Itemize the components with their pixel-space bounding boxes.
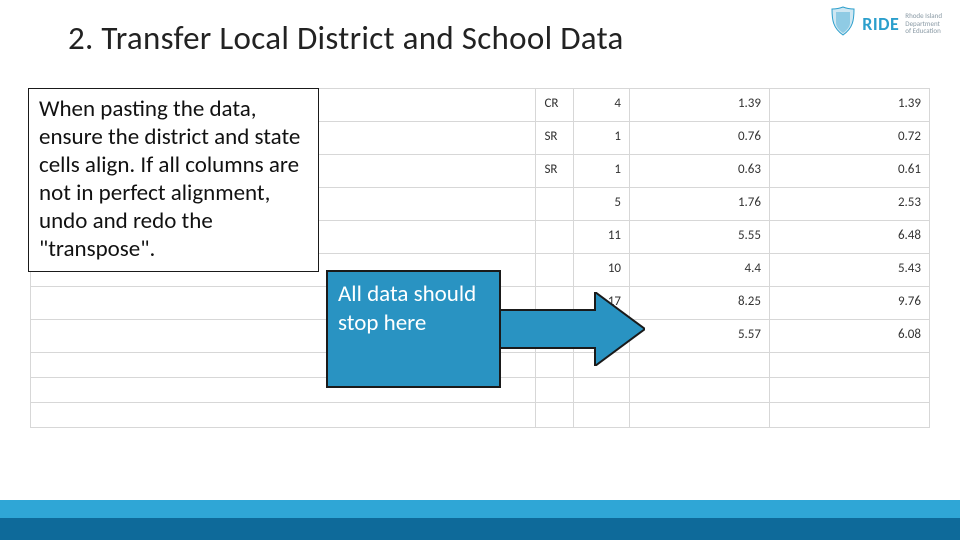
table-cell: 5.57 [630, 320, 770, 353]
table-cell: CR [536, 89, 574, 122]
table-cell [536, 403, 574, 428]
table-cell: 0.63 [630, 155, 770, 188]
table-cell [574, 403, 630, 428]
table-cell: 1.39 [770, 89, 930, 122]
table-cell: 5.55 [630, 221, 770, 254]
table-cell [770, 403, 930, 428]
footer-band-light [0, 500, 960, 518]
table-cell: 5.43 [770, 254, 930, 287]
table-cell: 1.76 [630, 188, 770, 221]
table-row [31, 403, 930, 428]
table-cell: SR [536, 155, 574, 188]
table-cell [770, 353, 930, 378]
table-cell [630, 353, 770, 378]
table-cell [536, 188, 574, 221]
slide: 2. Transfer Local District and School Da… [0, 0, 960, 540]
table-cell: 4.4 [630, 254, 770, 287]
table-cell: 5 [574, 188, 630, 221]
arrow-right-icon [500, 292, 645, 366]
table-cell [630, 378, 770, 403]
callout-instruction: When pasting the data, ensure the distri… [28, 88, 319, 272]
table-cell: 8.25 [630, 287, 770, 320]
table-cell: 4 [574, 89, 630, 122]
table-cell [31, 403, 536, 428]
brand-name: RIDE [862, 13, 899, 35]
table-cell: 2.53 [770, 188, 930, 221]
table-cell [770, 378, 930, 403]
brand-subtitle: Rhode Island Department of Education [905, 12, 942, 35]
table-cell: 0.61 [770, 155, 930, 188]
page-title: 2. Transfer Local District and School Da… [68, 18, 848, 58]
table-cell: 0.76 [630, 122, 770, 155]
table-cell: 1 [574, 155, 630, 188]
shield-icon [830, 6, 856, 41]
table-cell: 6.48 [770, 221, 930, 254]
table-cell: SR [536, 122, 574, 155]
table-cell: 1.39 [630, 89, 770, 122]
callout-stop-here: All data should stop here [326, 270, 501, 388]
footer-band-dark [0, 518, 960, 540]
table-cell: 6.08 [770, 320, 930, 353]
table-cell: 1 [574, 122, 630, 155]
table-cell: 0.72 [770, 122, 930, 155]
footer-bands [0, 500, 960, 540]
table-cell [630, 403, 770, 428]
callout-arrow-group: All data should stop here [326, 270, 646, 388]
table-cell: 11 [574, 221, 630, 254]
brand-logo: RIDE Rhode Island Department of Educatio… [830, 6, 942, 41]
table-cell [536, 221, 574, 254]
table-cell: 9.76 [770, 287, 930, 320]
